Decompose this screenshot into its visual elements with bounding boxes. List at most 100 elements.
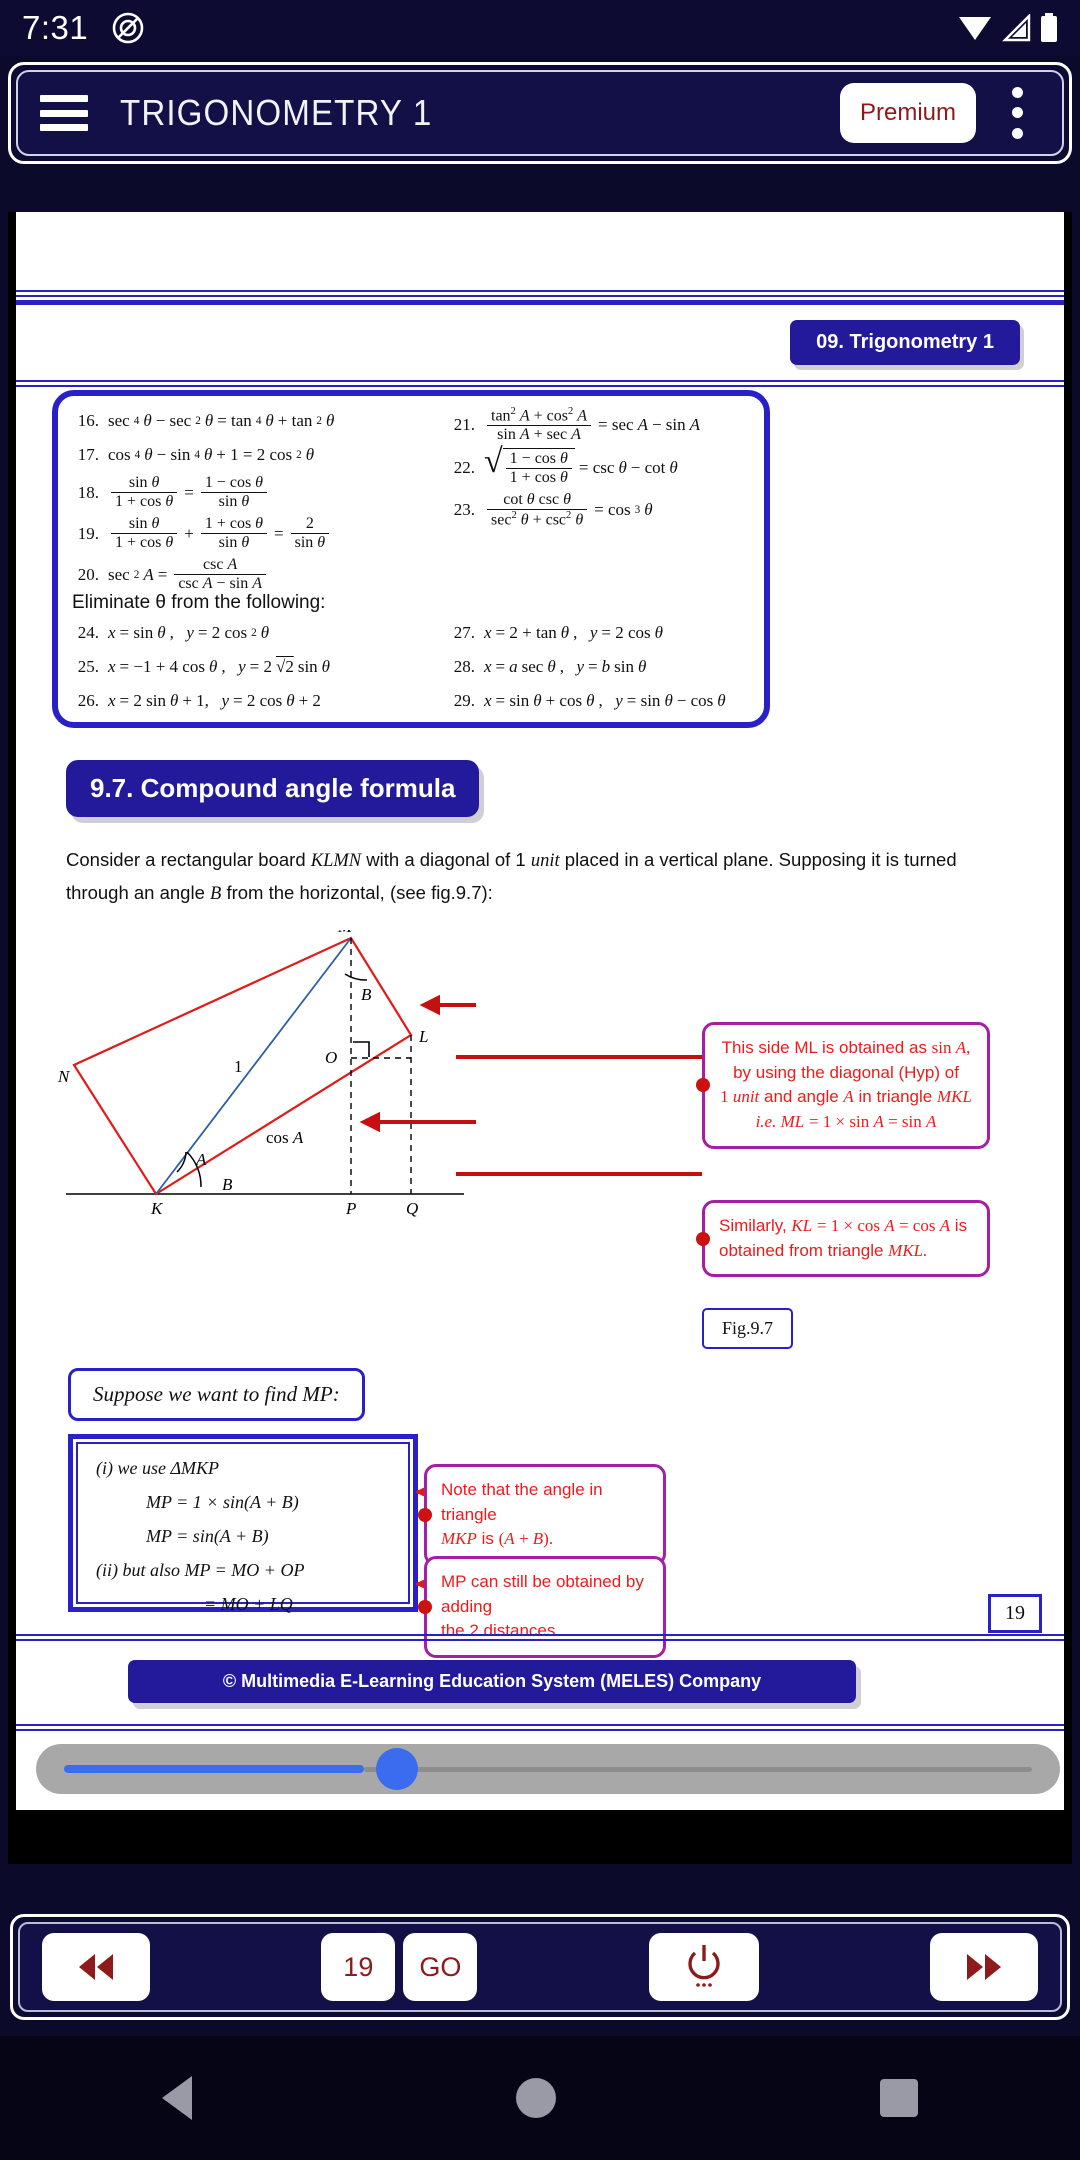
formula-row: 19. sin θ1 + cos θ + 1 + cos θ sin θ = 2s… bbox=[72, 515, 432, 552]
eliminate-column-right: 27. x = 2 + tan θ , y = 2 cos θ 28. x = … bbox=[448, 618, 768, 720]
callout-kl: Similarly, KL = 1 × cos A = cos A is obt… bbox=[696, 1200, 990, 1278]
derivation-line: (ii) but also MP = MO + OP bbox=[96, 1560, 305, 1580]
formula-body: tan2 A + cos2 Asin A + sec A = sec A − s… bbox=[484, 406, 700, 444]
page-scrollbar[interactable] bbox=[36, 1744, 1060, 1794]
svg-text:L: L bbox=[418, 1027, 428, 1046]
formula-number: 25. bbox=[77, 657, 99, 676]
app-header-frame: TRIGONOMETRY 1 Premium bbox=[8, 62, 1072, 164]
signal-icon bbox=[1002, 14, 1031, 42]
android-navigation-bar bbox=[0, 2036, 1080, 2160]
svg-text:N: N bbox=[57, 1067, 71, 1086]
derivation-inner: (i) we use ΔMKP MP = 1 × sin(A + B) MP =… bbox=[76, 1442, 410, 1614]
derivation-line: = MO + LQ bbox=[204, 1594, 293, 1614]
section-header: 9.7. Compound angle formula bbox=[66, 760, 480, 817]
bottom-toolbar-frame: 19 GO bbox=[10, 1914, 1070, 2020]
wifi-icon bbox=[959, 17, 991, 40]
formula-body: x = 2 + tan θ , y = 2 cos θ bbox=[484, 623, 664, 642]
formula-number: 28. bbox=[453, 657, 475, 676]
power-icon bbox=[687, 1945, 720, 1987]
next-page-button[interactable] bbox=[929, 1933, 1038, 2001]
scrollbar-thumb[interactable] bbox=[376, 1748, 418, 1790]
formula-row: 29. x = sin θ + cos θ , y = sin θ − cos … bbox=[448, 686, 768, 716]
callout-anchor-dot bbox=[696, 1078, 710, 1093]
formula-body: x = a sec θ , y = b sin θ bbox=[484, 657, 647, 676]
status-bar: 7:31 bbox=[0, 0, 1080, 56]
divider-top bbox=[16, 290, 1064, 305]
callout-line: Note that the angle in triangle bbox=[441, 1480, 603, 1524]
formula-number: 16. bbox=[77, 411, 99, 430]
formula-number: 24. bbox=[77, 623, 99, 642]
callout-note-add: MP can still be obtained by adding the 2… bbox=[418, 1556, 666, 1658]
derivation-line: (i) we use ΔMKP bbox=[96, 1458, 220, 1478]
formula-body: cot θ csc θ sec2 θ + csc2 θ = cos 3 θ bbox=[484, 491, 653, 529]
fast-forward-icon bbox=[966, 1954, 1001, 1980]
formula-row: 16. sec 4 θ − sec 2 θ = tan 4 θ + tan 2 θ bbox=[72, 406, 432, 436]
formula-panel: 16. sec 4 θ − sec 2 θ = tan 4 θ + tan 2 θ 17. co… bbox=[52, 390, 770, 728]
formula-row: 27. x = 2 + tan θ , y = 2 cos θ bbox=[448, 618, 768, 648]
rewind-icon bbox=[79, 1954, 113, 1980]
bottom-toolbar: 19 GO bbox=[18, 1922, 1062, 2012]
formula-body: sin θ1 + cos θ + 1 + cos θ sin θ = 2 sin θ bbox=[108, 515, 332, 552]
page-number-button[interactable]: 19 bbox=[321, 1933, 396, 2001]
figure-caption: Fig.9.7 bbox=[702, 1308, 794, 1349]
formula-column-right: 21. tan2 A + cos2 Asin A + sec A = sec A… bbox=[448, 406, 768, 534]
formula-row: 28. x = a sec θ , y = b sin θ bbox=[448, 652, 768, 682]
premium-button[interactable]: Premium bbox=[839, 83, 976, 143]
derivation-line: MP = sin(A + B) bbox=[146, 1526, 269, 1546]
formula-row: 23. cot θ csc θ sec2 θ + csc2 θ = cos 3 θ bbox=[448, 491, 768, 529]
svg-text:cos A: cos A bbox=[266, 1128, 304, 1147]
formula-number: 17. bbox=[77, 445, 99, 464]
app-header: TRIGONOMETRY 1 Premium bbox=[16, 70, 1064, 156]
three-dots-icon[interactable] bbox=[990, 82, 1044, 144]
callout-line: MP can still be obtained by adding bbox=[441, 1572, 644, 1616]
svg-text:M: M bbox=[337, 930, 353, 936]
formula-body: x = sin θ + cos θ , y = sin θ − cos θ bbox=[484, 691, 726, 710]
formula-number: 21. bbox=[453, 415, 475, 435]
derivation-line: MP = 1 × sin(A + B) bbox=[146, 1492, 299, 1512]
formula-row: 17. cos 4 θ − sin 4 θ + 1 = 2 cos 2 θ bbox=[72, 440, 432, 470]
formula-number: 22. bbox=[453, 457, 475, 477]
formula-body: cos 4 θ − sin 4 θ + 1 = 2 cos 2 θ bbox=[108, 445, 315, 464]
callout-line: i.e. ML = 1 × sin A = sin A bbox=[755, 1111, 937, 1131]
formula-body: x = sin θ , y = 2 cos 2 θ bbox=[108, 623, 270, 642]
section-intro-text: Consider a rectangular board KLMN with a… bbox=[66, 849, 957, 905]
geometry-diagram-svg: M M N L K O P Q B A B 1 cos A bbox=[57, 913, 476, 1218]
hamburger-icon[interactable] bbox=[36, 90, 92, 136]
go-button[interactable]: GO bbox=[403, 1933, 478, 2001]
copyright-bar: © Multimedia E-Learning Education System… bbox=[128, 1660, 856, 1703]
status-notification-icons bbox=[110, 10, 146, 46]
page-title: TRIGONOMETRY 1 bbox=[120, 92, 433, 133]
formula-row: 26. x = 2 sin θ + 1, y = 2 cos θ + 2 bbox=[72, 686, 442, 716]
formula-number: 26. bbox=[77, 691, 99, 710]
callout-line: This side ML is obtained as sin A, bbox=[721, 1038, 971, 1057]
formula-number: 27. bbox=[453, 623, 475, 642]
callout-anchor-dot bbox=[418, 1507, 432, 1522]
square-recent-icon[interactable] bbox=[880, 2079, 918, 2117]
figure-diagram: M M N L K O P Q B A B 1 cos A bbox=[56, 913, 476, 1220]
callout-ml: This side ML is obtained as sin A, by us… bbox=[696, 1022, 990, 1149]
circle-home-icon[interactable] bbox=[516, 2078, 556, 2118]
svg-text:Q: Q bbox=[406, 1199, 418, 1218]
divider-mid bbox=[16, 380, 1064, 387]
derivation-box: (i) we use ΔMKP MP = 1 × sin(A + B) MP =… bbox=[68, 1434, 418, 1614]
screen-record-icon bbox=[112, 12, 144, 44]
callout-anchor-dot bbox=[418, 1599, 432, 1614]
page-number-label: 19 bbox=[988, 1594, 1042, 1633]
power-button[interactable] bbox=[648, 1933, 759, 2001]
svg-text:B: B bbox=[222, 1175, 233, 1194]
status-time: 7:31 bbox=[22, 9, 89, 46]
status-system-icons bbox=[958, 13, 1058, 43]
chapter-tab: 09. Trigonometry 1 bbox=[790, 320, 1020, 365]
callout-arrows bbox=[456, 1055, 702, 1176]
formula-number: 19. bbox=[77, 523, 99, 543]
formula-body: x = 2 sin θ + 1, y = 2 cos θ + 2 bbox=[108, 691, 321, 710]
formula-number: 23. bbox=[453, 500, 475, 520]
previous-page-button[interactable] bbox=[42, 1933, 150, 2001]
callout-line: by using the diagonal (Hyp) of bbox=[733, 1062, 959, 1082]
triangle-back-icon[interactable] bbox=[162, 2076, 192, 2120]
battery-icon bbox=[1041, 13, 1057, 42]
document-viewport[interactable]: 09. Trigonometry 1 16. sec 4 θ − sec 2 θ = t… bbox=[8, 212, 1072, 1864]
scrollbar-remaining bbox=[364, 1767, 1032, 1772]
formula-row: 22. √ 1 − cos θ1 + cos θ = csc θ − cot θ bbox=[448, 445, 768, 487]
callout-line: Similarly, KL = 1 × cos A = cos A is bbox=[719, 1216, 968, 1235]
